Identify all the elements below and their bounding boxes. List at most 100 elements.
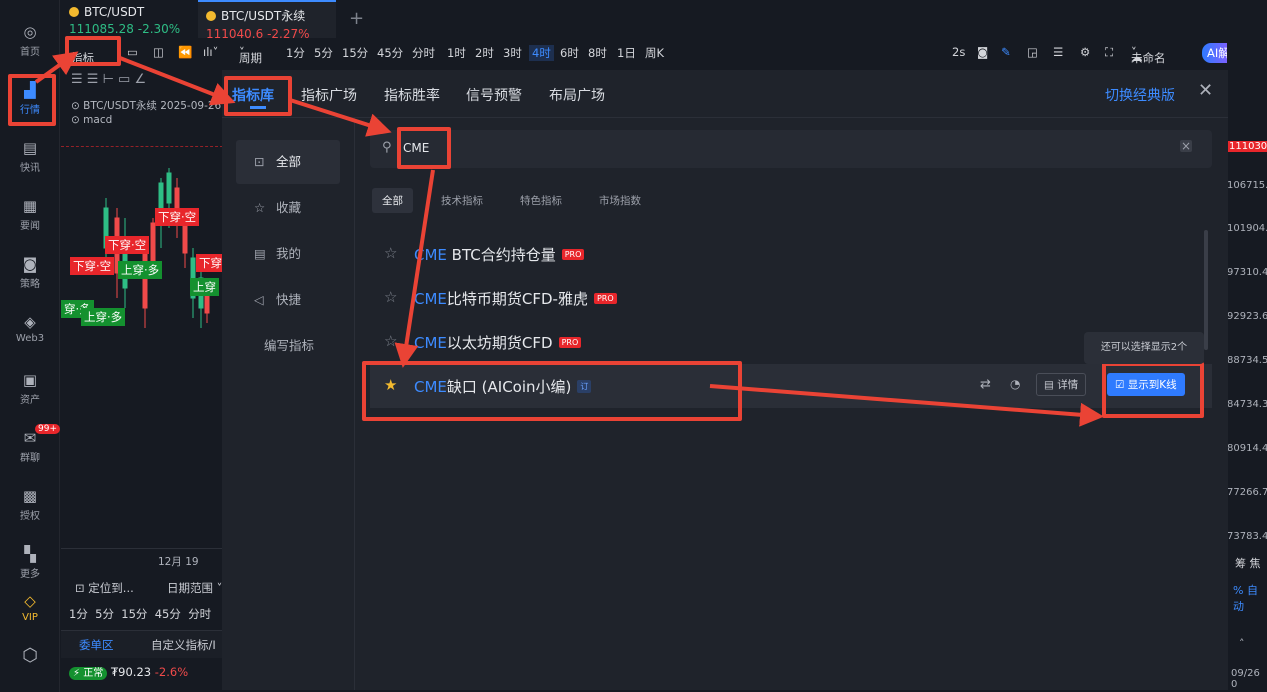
star-icon: ☆ [254,200,266,215]
filter-all[interactable]: 全部 [372,188,413,213]
bottom-period-15m[interactable]: 15分 [121,607,147,621]
filter-market-index[interactable]: 市场指数 [589,188,651,213]
calendar-icon[interactable]: ▭ [127,45,138,59]
period-45m[interactable]: 45分 [377,45,403,61]
period-1m[interactable]: 1分 [286,45,305,61]
refresh-interval[interactable]: 2s [952,45,965,59]
auto-scale-toggle[interactable]: % 自动 [1233,582,1267,614]
crop-icon[interactable]: ◲ [1027,45,1038,59]
auth-icon: ▩ [22,487,38,505]
chart-toolbar: ⌇ 指标 ▭ ◫ ⏪ ılı˅ 周期 ˅ 1分 5分 15分 45分 分时 1时… [61,36,1267,66]
pro-badge: PRO [561,249,585,260]
swap-icon[interactable]: ⇄ [980,377,991,392]
bottom-period-5m[interactable]: 5分 [95,607,114,621]
search-box[interactable]: ⚲ CME × [370,127,1212,169]
nav-group-chat[interactable]: ✉ 群聊 99+ [0,424,60,464]
locate-button[interactable]: ⊡ 定位到... [75,580,134,596]
star-outline-icon[interactable]: ☆ [384,332,397,350]
tab-indicator-winrate[interactable]: 指标胜率 [384,85,440,105]
indicator-row[interactable]: ☆ CME比特币期货CFD-雅虎 PRO [370,276,1212,320]
compare-icon[interactable]: ◫ [153,45,164,59]
wallet-icon: ▣ [22,371,38,389]
nav-strategy[interactable]: ◙ 策略 [0,256,60,290]
layout-select[interactable]: ☁ 未命名 ˅ [1131,45,1166,65]
period-4h[interactable]: 4时 [529,45,554,61]
nav-web3[interactable]: ◈ Web3 [0,314,60,344]
period-15m[interactable]: 15分 [342,45,368,61]
sidebar-item-favorites[interactable]: ☆ 收藏 [236,186,340,230]
fullscreen-icon[interactable]: ⛶ [1105,45,1113,60]
sidebar-item-all[interactable]: ⊡ 全部 [236,140,340,184]
btc-coin-icon [69,7,79,17]
tab-orders[interactable]: 委单区 [79,637,114,653]
nav-settings[interactable]: ⬡ [0,647,60,667]
symbol-tabbar: BTC/USDT 111085.28 -2.30% BTC/USDT永续 111… [61,0,1267,41]
bottom-period-45m[interactable]: 45分 [155,607,181,621]
price-tick: 84734.3 [1227,399,1267,410]
pro-badge: PRO [558,337,582,348]
clear-search-icon[interactable]: × [1180,140,1192,152]
filter-technical[interactable]: 技术指标 [431,188,493,213]
period-timeshare[interactable]: 分时 [412,45,435,61]
indicator-row[interactable]: ☆ CME BTC合约持仓量 PRO [370,232,1212,276]
detail-button[interactable]: ▤ 详情 [1036,373,1087,396]
close-icon[interactable]: ✕ [1198,80,1213,101]
nav-assets[interactable]: ▣ 资产 [0,372,60,406]
sidebar-item-mine[interactable]: ▤ 我的 [236,232,340,276]
gear-icon[interactable]: ⚙ [1080,45,1090,59]
tab-btc-usdt[interactable]: BTC/USDT 111085.28 -2.30% [61,0,196,38]
price-tick: 80914.4 [1227,443,1267,454]
chevron-up-icon[interactable]: ˄ [1239,637,1245,650]
bottom-period-timeshare[interactable]: 分时 [188,607,211,621]
period-week[interactable]: 周K [645,45,664,61]
kline-chart[interactable]: ☰ ☰ ⊢ ▭ ∠ ⊙ BTC/USDT永续 2025-09-26 ⊙ macd… [61,68,223,568]
tab-custom-indicator[interactable]: 自定义指标/I [151,637,216,653]
indicator-row-selected[interactable]: ★ CME缺口 (AICoin小编) 订 ⇄ ◔ ▤ 详情 ☑ 显示到K线 [362,361,1212,421]
nav-authorize[interactable]: ▩ 授权 [0,488,60,522]
indicator-modal: 指标库 指标广场 指标胜率 信号预警 布局广场 切换经典版 ✕ ⊡ 全部 ☆ 收藏 … [222,70,1228,690]
tab-indicator-square[interactable]: 指标广场 [301,85,357,105]
rewind-icon[interactable]: ⏪ [178,45,192,59]
bell-icon[interactable]: ◔ [1010,377,1020,391]
pen-icon[interactable]: ✎ [1001,45,1011,59]
period-1d[interactable]: 1日 [617,45,636,61]
period-1h[interactable]: 1时 [447,45,466,61]
nav-headlines[interactable]: ▦ 要闻 [0,198,60,232]
write-indicator-link[interactable]: 编写指标 [236,324,340,368]
candle-type-icon[interactable]: ılı˅ [203,45,218,59]
indicator-title: CME BTC合约持仓量 PRO [414,244,585,265]
nav-home[interactable]: ◎ 首页 [0,24,60,58]
highlight-box-market [8,74,56,126]
filter-featured[interactable]: 特色指标 [510,188,572,213]
period-2h[interactable]: 2时 [475,45,494,61]
period-select[interactable]: 周期 ˅ [239,45,262,65]
scrollbar[interactable] [1204,230,1208,350]
add-tab-icon[interactable]: + [349,8,364,29]
camera-icon[interactable]: ◙ [977,45,988,59]
switch-classic-link[interactable]: 切换经典版 [1105,85,1175,105]
robot-icon: ◙ [22,255,38,273]
sidebar-item-shortcut[interactable]: ◁ 快捷 [236,278,340,322]
modal-header: 指标库 指标广场 指标胜率 信号预警 布局广场 切换经典版 ✕ [222,70,1228,118]
chip-label[interactable]: 筹 焦 [1235,555,1261,571]
locate-icon: ⊡ [75,581,85,595]
home-icon: ◎ [23,23,37,41]
period-8h[interactable]: 8时 [588,45,607,61]
tab-layout-square[interactable]: 布局广场 [549,85,605,105]
star-outline-icon[interactable]: ☆ [384,288,397,306]
tab-btc-usdt-perp[interactable]: BTC/USDT永续 111040.6 -2.27% [198,0,336,41]
tooltip: 还可以选择显示2个 [1084,332,1204,364]
list-icon[interactable]: ☰ [1053,45,1063,59]
time-axis [61,548,223,549]
period-3h[interactable]: 3时 [503,45,522,61]
nav-vip[interactable]: ◇ VIP [0,593,60,623]
nav-more[interactable]: ▚ 更多 [0,546,60,580]
date-range-select[interactable]: 日期范围 ˅ [167,580,222,596]
tab-signal-alert[interactable]: 信号预警 [466,85,522,105]
star-outline-icon[interactable]: ☆ [384,244,397,262]
period-6h[interactable]: 6时 [560,45,579,61]
period-5m[interactable]: 5分 [314,45,333,61]
bottom-period-1m[interactable]: 1分 [69,607,88,621]
nav-news-flash[interactable]: ▤ 快讯 [0,140,60,174]
signal-buy-label: 上穿·多 [118,261,163,279]
